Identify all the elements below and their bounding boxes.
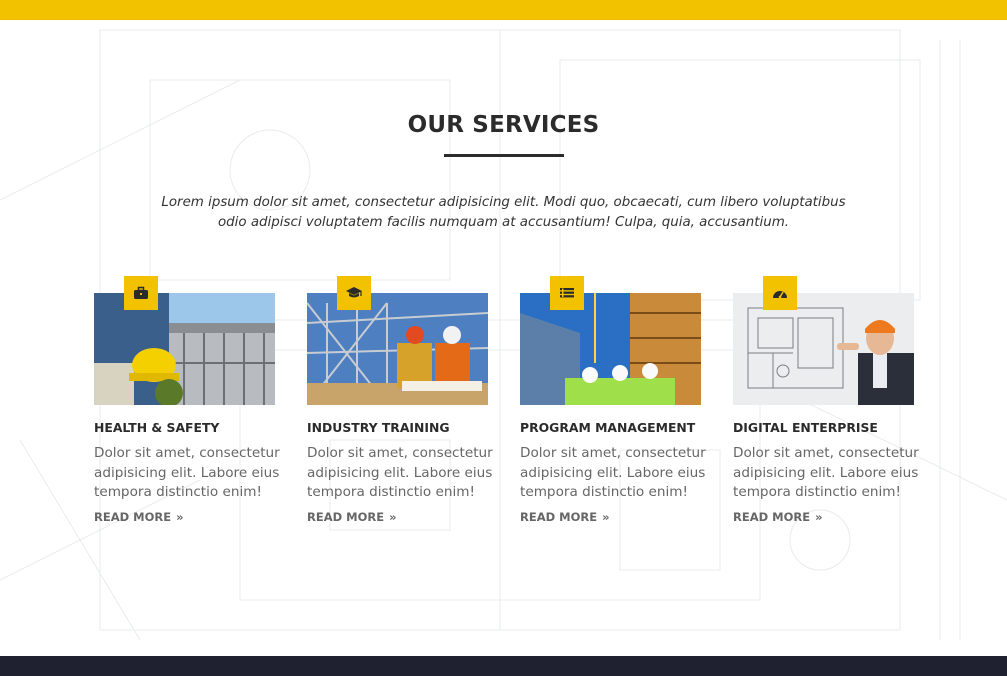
service-image-industry-training: [307, 293, 488, 405]
arrow-icon: »: [176, 510, 184, 524]
read-more-link-industry-training[interactable]: READ MORE»: [307, 510, 397, 524]
briefcase-icon: [134, 286, 148, 299]
top-accent-bar: [0, 0, 1007, 20]
service-image-health-safety: [94, 293, 275, 405]
read-more-link-digital-enterprise[interactable]: READ MORE»: [733, 510, 823, 524]
badge-digital-enterprise: [763, 276, 797, 310]
service-text: Dolor sit amet, consectetur adipisicing …: [520, 445, 706, 500]
arrow-icon: »: [602, 510, 610, 524]
service-title: PROGRAM MANAGEMENT: [520, 420, 696, 435]
service-title: HEALTH & SAFETY: [94, 420, 220, 435]
section-title: OUR SERVICES: [407, 112, 600, 138]
footer-bar: [0, 656, 1007, 676]
service-title: INDUSTRY TRAINING: [307, 420, 450, 435]
service-text: Dolor sit amet, consectetur adipisicing …: [733, 445, 919, 500]
service-title: DIGITAL ENTERPRISE: [733, 420, 878, 435]
section-intro: Lorem ipsum dolor sit amet, consectetur …: [161, 195, 846, 230]
badge-health-safety: [124, 276, 158, 310]
badge-industry-training: [337, 276, 371, 310]
arrow-icon: »: [389, 510, 397, 524]
service-text: Dolor sit amet, consectetur adipisicing …: [94, 445, 280, 500]
arrow-icon: »: [815, 510, 823, 524]
service-image-digital-enterprise: [733, 293, 914, 405]
badge-program-management: [550, 276, 584, 310]
read-more-link-health-safety[interactable]: READ MORE»: [94, 510, 184, 524]
read-more-link-program-management[interactable]: READ MORE»: [520, 510, 610, 524]
service-image-program-management: [520, 293, 701, 405]
dashboard-icon: [773, 291, 787, 299]
title-underline: [444, 154, 564, 157]
list-icon: [560, 287, 574, 297]
service-text: Dolor sit amet, consectetur adipisicing …: [307, 445, 493, 500]
graduation-cap-icon: [346, 287, 362, 298]
